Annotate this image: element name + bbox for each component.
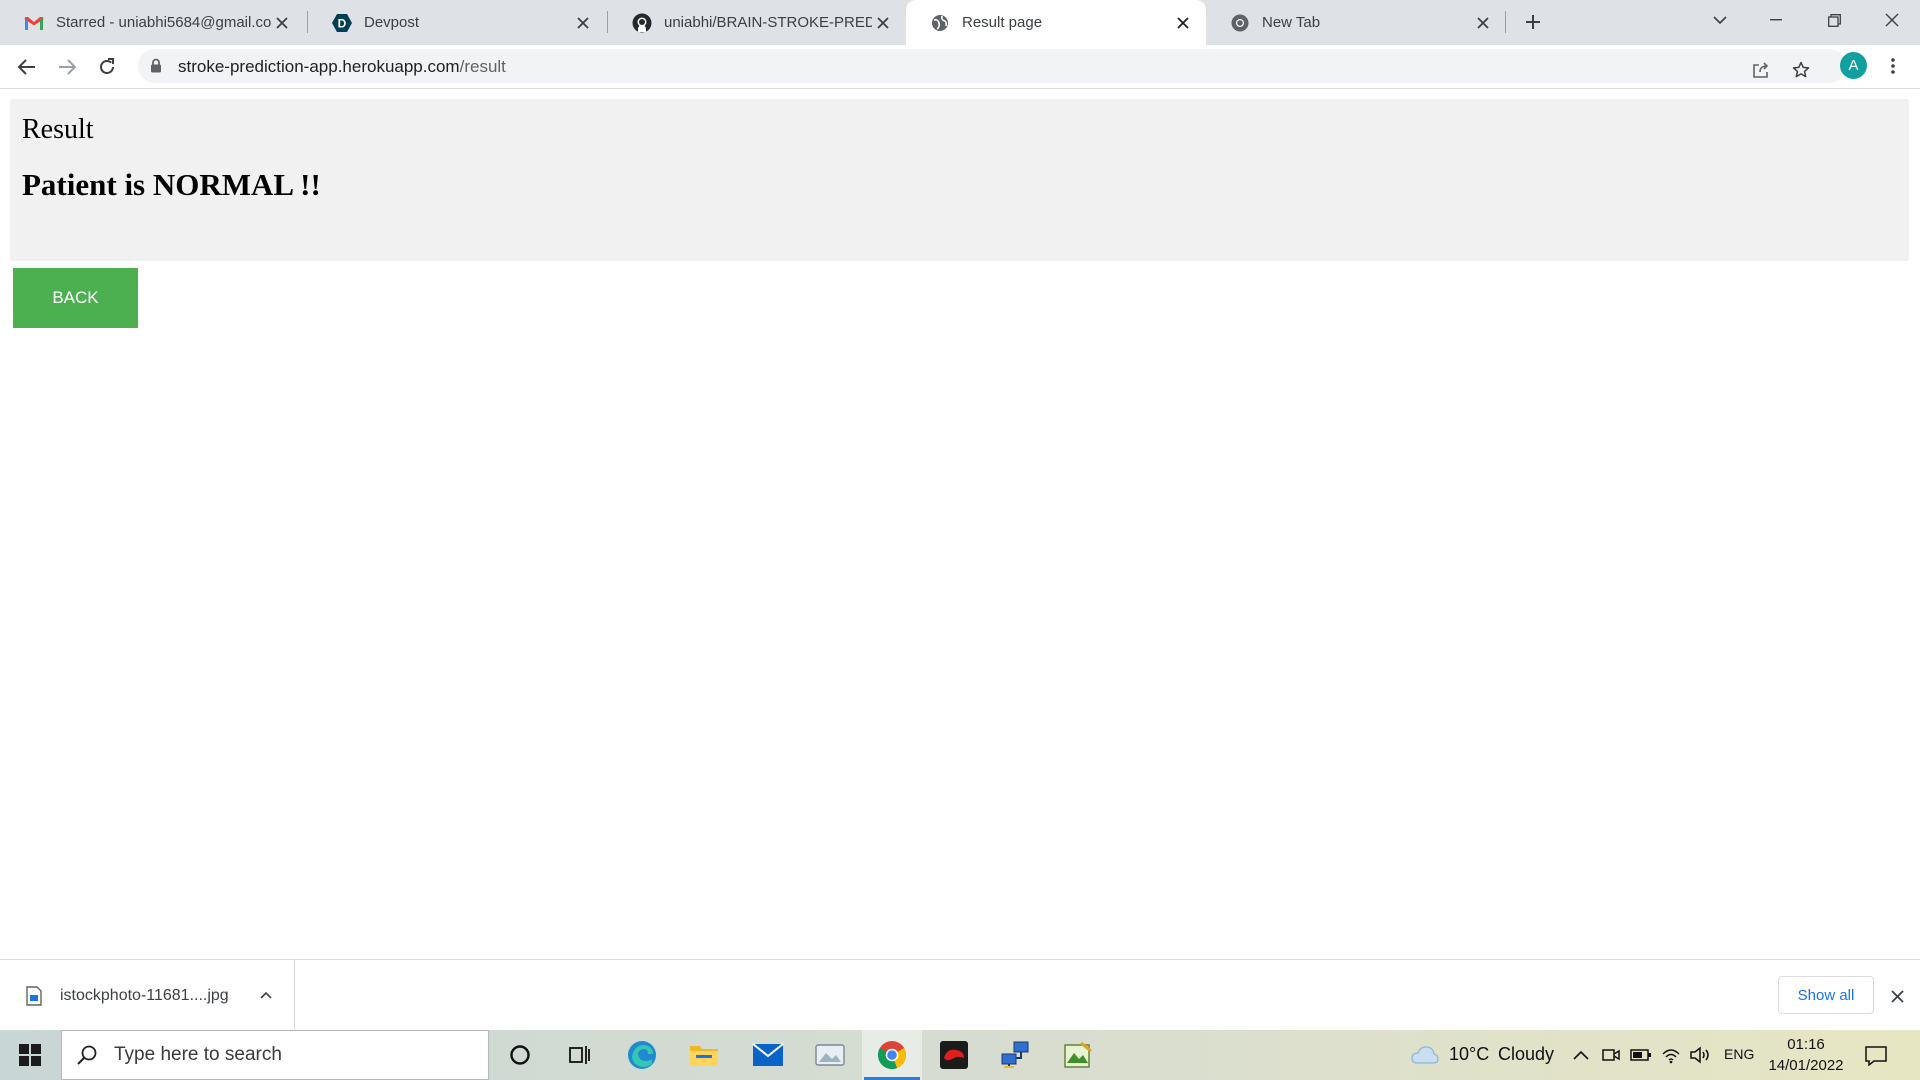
- bookmark-star-icon[interactable]: [1786, 55, 1816, 85]
- task-view-icon[interactable]: [550, 1030, 610, 1080]
- wifi-icon[interactable]: [1660, 1044, 1682, 1066]
- photos-icon[interactable]: [800, 1030, 860, 1080]
- system-clock[interactable]: 01:16 14/01/2022: [1760, 1034, 1852, 1076]
- taskbar-search-input[interactable]: Type here to search: [61, 1030, 489, 1080]
- close-icon[interactable]: [872, 12, 894, 34]
- gmail-icon: [24, 13, 44, 33]
- network-app-icon[interactable]: [986, 1030, 1046, 1080]
- language-indicator[interactable]: ENG: [1724, 1046, 1754, 1062]
- share-icon[interactable]: [1746, 55, 1776, 85]
- tab-divider: [1505, 11, 1506, 33]
- clock-date: 14/01/2022: [1768, 1057, 1844, 1074]
- result-message: Patient is NORMAL !!: [22, 167, 321, 202]
- download-file-name: istockphoto-11681....jpg: [60, 986, 229, 1004]
- search-icon: [76, 1044, 98, 1066]
- chevron-up-icon[interactable]: [256, 985, 276, 1005]
- back-nav-button[interactable]: [11, 51, 43, 83]
- edge-icon[interactable]: [612, 1030, 672, 1080]
- result-panel: Result Patient is NORMAL !!: [10, 99, 1909, 261]
- reload-button[interactable]: [91, 51, 123, 83]
- tab-devpost[interactable]: D Devpost: [308, 0, 606, 45]
- browser-toolbar: stroke-prediction-app.herokuapp.com/resu…: [0, 45, 1920, 89]
- more-options-icon[interactable]: [1880, 51, 1906, 81]
- tab-title: uniabhi/BRAIN-STROKE-PREDICTION: [664, 14, 872, 31]
- chrome-icon: [1230, 13, 1250, 33]
- meet-now-icon[interactable]: [1600, 1044, 1622, 1066]
- show-all-button[interactable]: Show all: [1778, 976, 1874, 1014]
- url-path: /result: [459, 57, 506, 76]
- tab-result-page[interactable]: Result page: [906, 0, 1206, 45]
- profile-avatar[interactable]: A: [1840, 52, 1867, 79]
- tab-strip: Starred - uniabhi5684@gmail.com D Devpos…: [0, 0, 1920, 45]
- back-button[interactable]: BACK: [13, 268, 138, 328]
- download-item[interactable]: istockphoto-11681....jpg: [0, 960, 295, 1031]
- tab-title: Result page: [962, 14, 1043, 31]
- file-explorer-icon[interactable]: [674, 1030, 734, 1080]
- tab-title: Starred - uniabhi5684@gmail.com: [56, 14, 271, 31]
- app-green-icon[interactable]: [1048, 1030, 1108, 1080]
- weather-temp: 10°C: [1449, 1044, 1490, 1064]
- close-icon[interactable]: [271, 12, 293, 34]
- globe-icon: [930, 13, 950, 33]
- devpost-icon: D: [332, 13, 352, 33]
- tab-search-button[interactable]: [1692, 0, 1748, 40]
- page-content: Result Patient is NORMAL !! BACK: [0, 89, 1920, 959]
- address-bar[interactable]: stroke-prediction-app.herokuapp.com/resu…: [138, 49, 1846, 83]
- download-bar: istockphoto-11681....jpg Show all: [0, 959, 1920, 1031]
- battery-icon[interactable]: [1630, 1044, 1652, 1066]
- close-icon[interactable]: [1172, 12, 1194, 34]
- image-file-icon: [26, 985, 42, 1006]
- tab-title: Devpost: [364, 14, 420, 31]
- notification-icon[interactable]: [1862, 1042, 1890, 1070]
- tab-title: New Tab: [1262, 14, 1321, 31]
- app-red-icon[interactable]: [924, 1030, 984, 1080]
- tab-gmail[interactable]: Starred - uniabhi5684@gmail.com: [0, 0, 305, 45]
- url-host: stroke-prediction-app.herokuapp.com: [178, 57, 460, 76]
- minimize-button[interactable]: [1748, 0, 1804, 40]
- cortana-icon[interactable]: [490, 1030, 550, 1080]
- forward-nav-button[interactable]: [51, 51, 83, 83]
- lock-icon[interactable]: [150, 58, 162, 78]
- close-icon[interactable]: [1472, 12, 1494, 34]
- search-placeholder: Type here to search: [114, 1044, 282, 1065]
- restore-button[interactable]: [1806, 0, 1862, 40]
- mail-icon[interactable]: [738, 1030, 798, 1080]
- close-icon[interactable]: [572, 12, 594, 34]
- windows-taskbar: Type here to search 10°C Cloudy ENG 01:1…: [0, 1030, 1920, 1080]
- chevron-up-icon[interactable]: [1570, 1044, 1592, 1066]
- windows-start-icon[interactable]: [0, 1030, 60, 1080]
- weather-condition: Cloudy: [1498, 1044, 1555, 1064]
- github-icon: [632, 13, 652, 33]
- chrome-taskbar-icon[interactable]: [862, 1030, 922, 1080]
- clock-time: 01:16: [1787, 1036, 1825, 1053]
- close-download-bar-icon[interactable]: [1886, 985, 1908, 1007]
- weather-cloud-icon[interactable]: [1410, 1044, 1440, 1066]
- close-window-button[interactable]: [1864, 0, 1920, 40]
- tab-github[interactable]: uniabhi/BRAIN-STROKE-PREDICTION: [608, 0, 906, 45]
- new-tab-button[interactable]: [1518, 7, 1548, 37]
- tab-new-tab[interactable]: New Tab: [1206, 0, 1506, 45]
- svg-text:D: D: [338, 16, 347, 30]
- result-heading: Result: [22, 114, 94, 145]
- volume-icon[interactable]: [1690, 1044, 1712, 1066]
- url-text: stroke-prediction-app.herokuapp.com/resu…: [178, 57, 506, 77]
